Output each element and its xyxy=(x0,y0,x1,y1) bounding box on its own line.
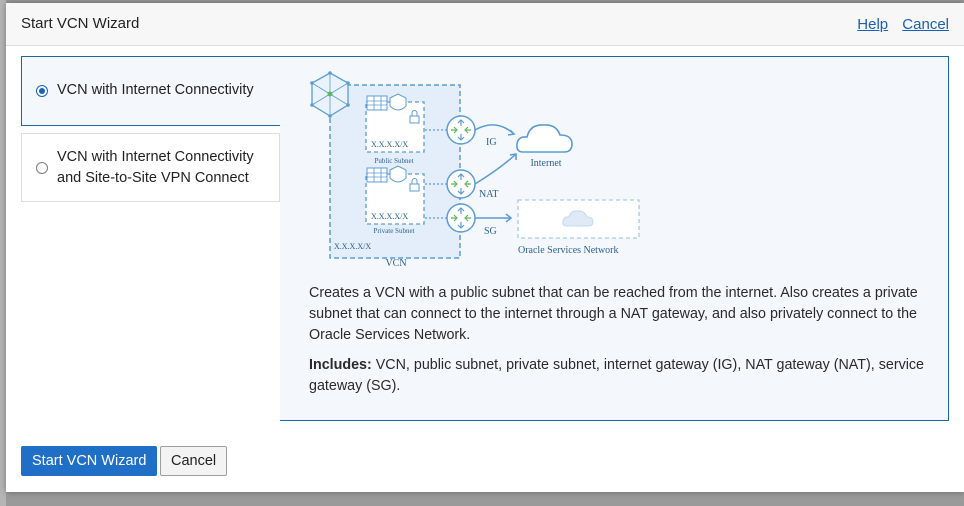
option-vcn-internet-vpn-label-line1: VCN with Internet Connectivity xyxy=(57,149,254,165)
public-subnet-table-icon xyxy=(366,95,388,111)
ig-to-internet-link xyxy=(474,124,515,135)
option-detail-panel: X.X.X.X/X Public Subnet X.X.X.X/X Privat… xyxy=(280,56,949,421)
vcn-cidr: X.X.X.X/X xyxy=(334,242,371,251)
public-subnet-shield-icon xyxy=(389,93,407,111)
nat-to-internet-link xyxy=(474,153,517,185)
option-vcn-internet-radio[interactable] xyxy=(36,85,48,97)
nat-label: NAT xyxy=(479,189,498,200)
nat-gateway-icon xyxy=(446,169,476,199)
start-vcn-wizard-button[interactable]: Start VCN Wizard xyxy=(21,446,158,476)
help-link[interactable]: Help xyxy=(857,16,888,33)
private-subnet-shield-icon xyxy=(389,165,407,183)
public-subnet-cidr: X.X.X.X/X xyxy=(371,140,408,149)
start-vcn-wizard-dialog: Start VCN Wizard Help Cancel VCN with In… xyxy=(6,3,964,492)
option-vcn-internet-vpn-label-line2: and Site-to-Site VPN Connect xyxy=(57,170,249,186)
dialog-title: Start VCN Wizard xyxy=(21,15,140,32)
dialog-header: Start VCN Wizard Help Cancel xyxy=(6,3,964,46)
service-gateway-icon xyxy=(446,203,476,233)
cancel-button[interactable]: Cancel xyxy=(160,446,228,476)
private-subnet-label: Private Subnet xyxy=(373,227,414,235)
private-subnet-cidr: X.X.X.X/X xyxy=(371,212,408,221)
sg-label: SG xyxy=(484,226,497,237)
option-vcn-internet-label: VCN with Internet Connectivity xyxy=(57,82,254,98)
option-vcn-internet[interactable]: VCN with Internet Connectivity xyxy=(21,56,280,126)
internet-label: Internet xyxy=(530,158,561,169)
includes-text: VCN, public subnet, private subnet, inte… xyxy=(309,357,925,394)
private-subnet-table-icon xyxy=(366,167,388,183)
includes-heading: Includes: xyxy=(309,357,372,373)
option-vcn-internet-vpn-radio[interactable] xyxy=(36,162,48,174)
oracle-services-label: Oracle Services Network xyxy=(518,245,619,256)
option-vcn-internet-vpn[interactable]: VCN with Internet Connectivity and Site-… xyxy=(21,133,280,202)
option-description: Creates a VCN with a public subnet that … xyxy=(309,285,918,343)
ig-label: IG xyxy=(486,137,497,148)
vcn-label: VCN xyxy=(385,258,406,268)
header-links: Help Cancel xyxy=(847,16,949,33)
internet-gateway-icon xyxy=(446,115,476,145)
internet-cloud-icon xyxy=(516,124,573,153)
vcn-topology-diagram: X.X.X.X/X Public Subnet X.X.X.X/X Privat… xyxy=(310,71,640,268)
cancel-link[interactable]: Cancel xyxy=(902,16,949,33)
option-includes: Includes: VCN, public subnet, private su… xyxy=(309,355,929,397)
public-subnet-label: Public Subnet xyxy=(374,157,413,165)
